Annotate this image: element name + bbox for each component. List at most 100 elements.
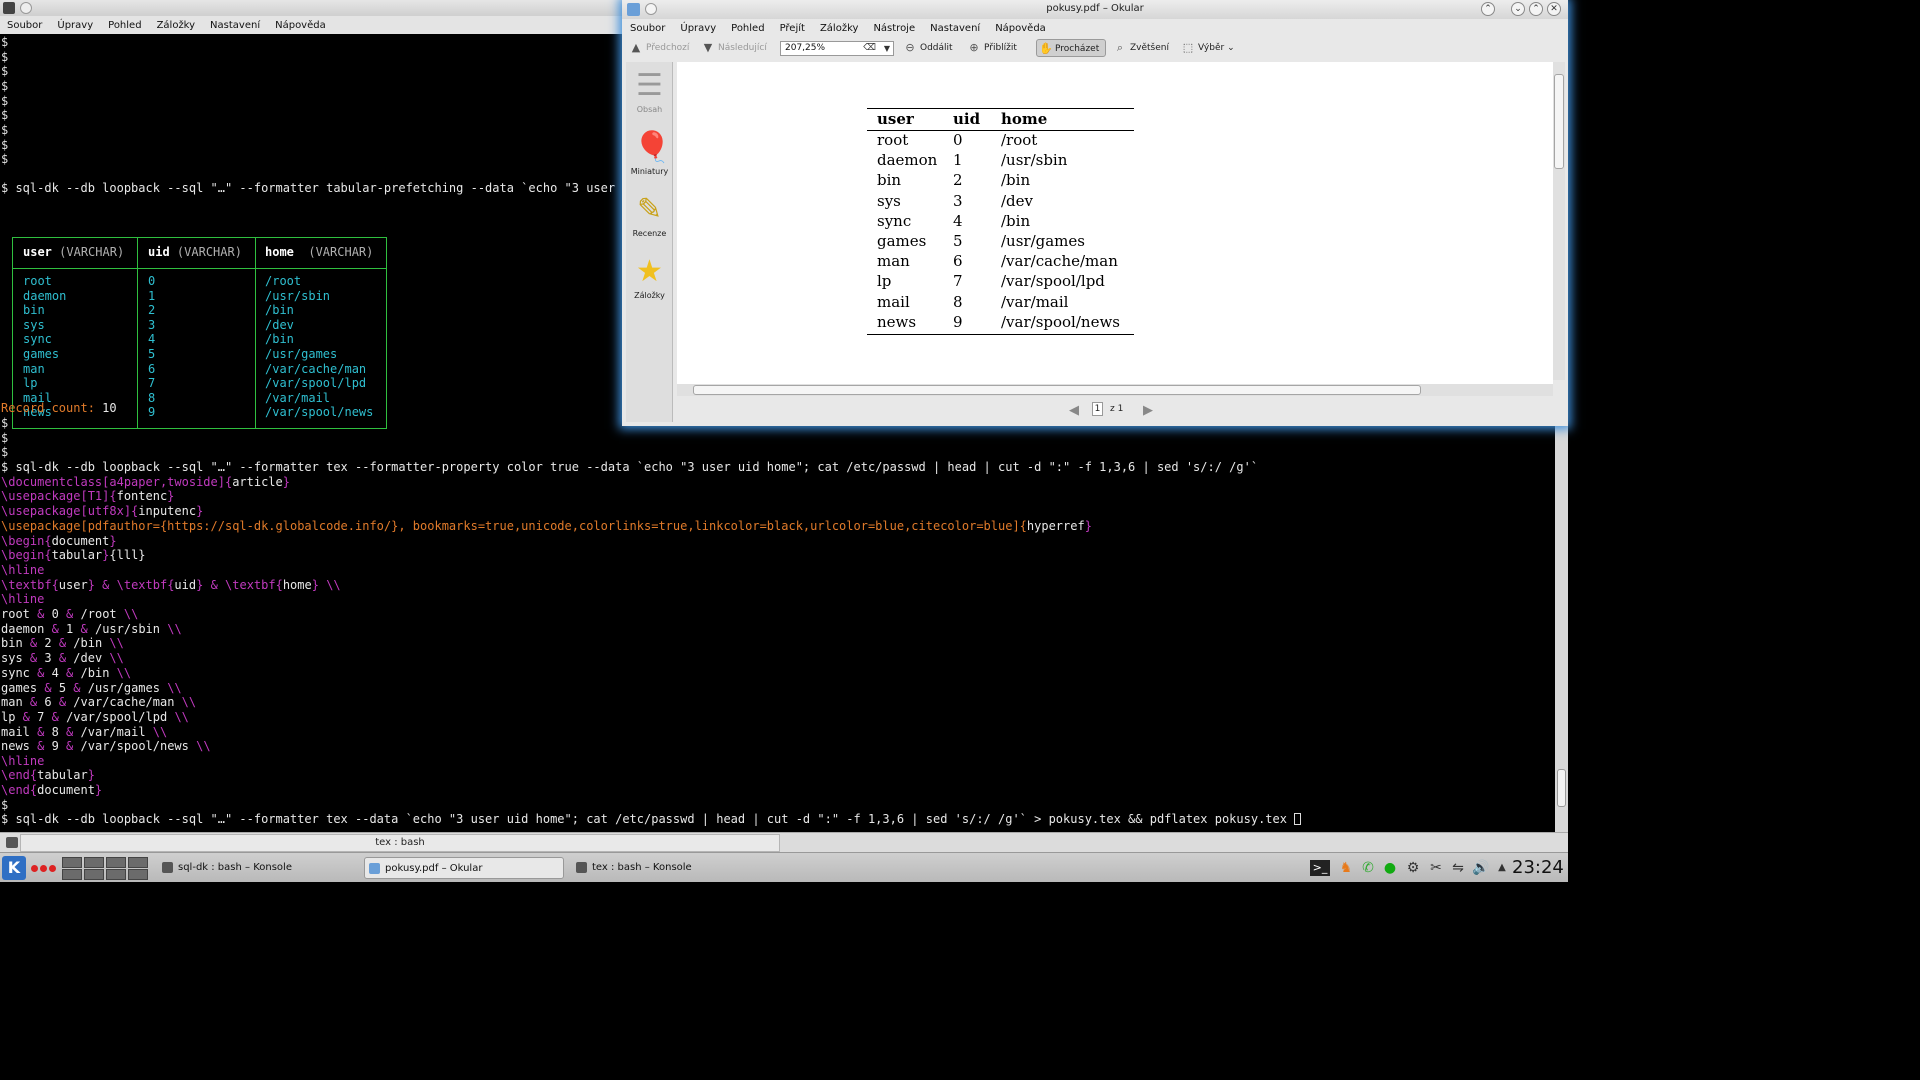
activity-indicator-icon[interactable] — [31, 865, 38, 872]
scissors-icon[interactable]: ✂ — [1428, 860, 1444, 876]
column-header-uid: uid (VARCHAR) — [148, 245, 242, 259]
okular-menu-napoveda[interactable]: Nápověda — [995, 23, 1046, 34]
tex-cell: /usr/games — [87, 680, 160, 695]
tex-syntax: \\ — [145, 724, 168, 739]
new-tab-icon[interactable] — [6, 837, 18, 848]
sidebar-item-obsah[interactable]: ☰ Obsah — [626, 70, 673, 115]
tomcat-tray-icon[interactable]: ♞ — [1338, 860, 1354, 876]
zoom-in-button[interactable]: ⊕ Přiblížit — [966, 39, 1017, 57]
pdf-cell: /dev — [1001, 191, 1034, 210]
pdf-vertical-scrollbar[interactable] — [1553, 62, 1565, 380]
task-sql-dk-konsole[interactable]: sql-dk : bash – Konsole — [158, 857, 358, 879]
next-page-button[interactable]: ▼ Následující — [700, 39, 767, 57]
desktop-pager-7[interactable] — [106, 869, 126, 880]
magnify-tool-button[interactable]: ⌕ Zvětšení — [1112, 39, 1169, 57]
network-icon[interactable]: ⇋ — [1450, 860, 1466, 876]
clear-icon[interactable]: ⌫ — [863, 42, 876, 55]
page-number-input[interactable]: 1 — [1092, 402, 1103, 416]
okular-menu-soubor[interactable]: Soubor — [630, 23, 665, 34]
pdf-horizontal-scrollbar[interactable] — [677, 384, 1553, 396]
pdf-cell: 6 — [953, 252, 963, 271]
tex-cell: man — [1, 695, 23, 710]
konsole-menu-upravy[interactable]: Úpravy — [57, 20, 93, 31]
okular-menu-zalozky[interactable]: Záložky — [820, 23, 858, 34]
konsole-app-icon[interactable] — [3, 2, 15, 14]
settings-gear-icon[interactable]: ⚙ — [1405, 860, 1421, 876]
desktop-pager-3[interactable] — [106, 857, 126, 868]
sidebar-item-miniatury[interactable]: 🎈 Miniatury — [626, 132, 673, 177]
tex-cell: lp — [1, 709, 16, 724]
sql-cell: /var/spool/lpd — [265, 376, 367, 391]
task-tex-konsole[interactable]: tex : bash – Konsole — [572, 857, 772, 879]
activity-indicator-icon[interactable] — [49, 865, 56, 872]
sidebar-item-zalozky[interactable]: ★ Záložky — [626, 256, 673, 301]
konsole-menu-soubor[interactable]: Soubor — [7, 20, 42, 31]
konsole-scroll-thumb[interactable] — [1557, 769, 1566, 807]
pdf-vscroll-thumb[interactable] — [1554, 74, 1564, 169]
okular-menu-nastroje[interactable]: Nástroje — [873, 23, 915, 34]
konsole-tab-tex-bash[interactable]: tex : bash — [20, 834, 780, 852]
pdf-header-home: home — [1001, 110, 1048, 128]
sql-cell: daemon — [23, 288, 67, 303]
okular-titlebar[interactable]: pokusy.pdf – Okular ⌃ ⌄ ⌃ ✕ — [622, 0, 1568, 19]
previous-page-button[interactable]: ▲ Předchozí — [628, 39, 690, 57]
minimize-icon[interactable]: ⌄ — [1511, 2, 1525, 16]
close-icon[interactable]: ✕ — [1547, 2, 1561, 16]
window-menu-icon[interactable] — [20, 2, 32, 14]
activity-indicator-icon[interactable] — [40, 865, 47, 872]
zoom-out-button[interactable]: ⊖ Oddálit — [902, 39, 952, 57]
tex-row-line: sync & 4 & /bin \\ — [1, 666, 131, 681]
tex-syntax: & — [44, 621, 67, 636]
select-tool-button[interactable]: ⬚ Výběr ⌄ — [1180, 39, 1235, 57]
terminal-tray-icon[interactable]: >_ — [1310, 860, 1330, 876]
desktop-pager-5[interactable] — [62, 869, 82, 880]
sql-cell: /var/spool/news — [265, 405, 374, 420]
desktop-pager-6[interactable] — [84, 869, 104, 880]
zoom-combobox[interactable]: 207,25% ⌫ ▼ — [780, 41, 894, 56]
okular-menu-upravy[interactable]: Úpravy — [680, 23, 716, 34]
prev-page-icon[interactable]: ◀ — [1069, 403, 1079, 418]
desktop-pager-8[interactable] — [128, 869, 148, 880]
table-divider — [13, 268, 386, 269]
sql-cell: /var/cache/man — [265, 361, 367, 376]
sql-cell: /usr/games — [265, 347, 338, 361]
desktop-pager-1[interactable] — [62, 857, 82, 868]
sql-cell: 6 — [148, 361, 156, 376]
browse-tool-button[interactable]: ✋ Procházet — [1036, 39, 1107, 57]
tex-cell: daemon — [1, 621, 45, 636]
sql-cell: 5 — [148, 347, 156, 361]
desktop-pager-2[interactable] — [84, 857, 104, 868]
tray-expand-icon[interactable]: ▲ — [1494, 860, 1510, 876]
sidebar-item-recenze[interactable]: ✎ Recenze — [626, 194, 673, 239]
keep-above-icon[interactable]: ⌃ — [1481, 2, 1495, 16]
konsole-menu-zalozky[interactable]: Záložky — [157, 20, 195, 31]
okular-menu-nastaveni[interactable]: Nastavení — [930, 23, 980, 34]
tex-line: \begin{document} — [1, 534, 117, 548]
pdf-cell: /usr/sbin — [1001, 151, 1068, 170]
okular-menu-prejit[interactable]: Přejít — [780, 23, 805, 34]
status-online-icon[interactable]: ● — [1382, 860, 1398, 876]
pdf-page-view[interactable]: user uid home root 0/root daemon 1/usr/sbin… — [677, 62, 1553, 384]
chat-tray-icon[interactable]: ✆ — [1360, 860, 1376, 876]
tex-cell: games — [1, 680, 38, 695]
tex-row-line: root & 0 & /root \\ — [1, 607, 138, 622]
konsole-menu-nastaveni[interactable]: Nastavení — [210, 20, 260, 31]
konsole-menu-pohled[interactable]: Pohled — [108, 20, 141, 31]
pdf-hscroll-thumb[interactable] — [693, 385, 1421, 395]
zoom-out-icon: ⊖ — [905, 41, 915, 54]
desktop-pager-4[interactable] — [128, 857, 148, 868]
next-page-icon[interactable]: ▶ — [1143, 403, 1153, 418]
volume-icon[interactable]: 🔊 — [1472, 860, 1489, 876]
tex-syntax: & — [58, 607, 81, 621]
clock[interactable]: 23:24 — [1512, 857, 1564, 878]
tex-line: \hline — [1, 563, 45, 577]
application-launcher-icon[interactable]: K — [2, 856, 26, 880]
maximize-icon[interactable]: ⌃ — [1529, 2, 1543, 16]
terminal-command-current[interactable]: $ sql-dk --db loopback --sql "…" --forma… — [1, 812, 1302, 827]
chevron-down-icon[interactable]: ▼ — [884, 42, 890, 55]
okular-menu-pohled[interactable]: Pohled — [731, 23, 764, 34]
tex-line: \end{document} — [1, 783, 103, 797]
tex-syntax: & — [51, 636, 74, 651]
task-okular[interactable]: pokusy.pdf – Okular — [364, 857, 564, 879]
konsole-menu-napoveda[interactable]: Nápověda — [275, 20, 326, 31]
